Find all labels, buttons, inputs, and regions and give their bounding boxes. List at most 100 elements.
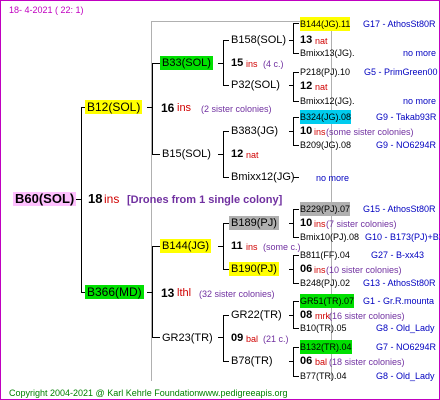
connector (293, 101, 299, 102)
g2-colony[interactable]: B144(JG) (160, 239, 212, 253)
connector (81, 107, 82, 293)
g4-colony[interactable]: GR51(TR).07 (300, 294, 355, 308)
g1-count: 13 (161, 286, 175, 300)
connector (152, 154, 160, 155)
g3-count: 13 (300, 34, 313, 46)
connector (223, 40, 224, 86)
g2-note: (some c.) (263, 242, 301, 252)
g2-colony[interactable]: B33(SOL) (160, 56, 213, 70)
g1-note: (32 sister colonies) (199, 289, 275, 299)
g4-colony[interactable]: Bmixx12(JG). (300, 94, 355, 108)
g2-count: 15 (231, 57, 244, 69)
g3-colony[interactable]: B189(PJ) (229, 216, 279, 230)
g1-colony[interactable]: B12(SOL) (85, 100, 143, 114)
connector (293, 347, 299, 348)
g3-colony[interactable]: B383(JG) (231, 124, 278, 138)
g3-colony[interactable]: P32(SOL) (231, 78, 280, 92)
g4-colony[interactable]: B811(FF).04 (300, 248, 350, 262)
connector (293, 117, 299, 118)
g2-count: 11 (231, 240, 243, 252)
g3-colony[interactable]: Bmixx12(JG) (231, 170, 295, 184)
g4-colony[interactable]: B10(TR).05 (300, 321, 347, 335)
g4-info: G7 - NO6294R (376, 342, 437, 352)
root-note: [Drones from 1 single colony] (127, 194, 283, 206)
connector (293, 209, 294, 238)
g3-note: (18 sister colonies) (329, 357, 405, 367)
g4-info: G13 - AthosSt80R (363, 278, 436, 288)
connector (152, 246, 153, 338)
g2-inbreed: bal (246, 334, 259, 344)
g3-count: 06 (300, 263, 313, 275)
g4-info: G8 - Old_Lady (376, 323, 435, 333)
connector (293, 301, 299, 302)
g3-inbreed: ins (314, 265, 326, 275)
g3-count: 08 (300, 309, 313, 321)
g2-inbreed: ins (246, 59, 258, 69)
connector (293, 301, 294, 329)
g4-colony[interactable]: B248(PJ).02 (300, 276, 350, 290)
connector (223, 223, 224, 270)
g3-note: (some sister colonies) (326, 127, 414, 137)
g3-note: (10 sister colonies) (326, 265, 402, 275)
g4-info: no more (403, 96, 437, 106)
connector (223, 315, 229, 316)
g4-colony[interactable]: B77(TR).04 (300, 369, 347, 383)
footer-copyright: Copyright 2004-2021 @ Karl Kehrle Founda… (9, 388, 200, 398)
g4-info: G9 - NO6294R (376, 140, 437, 150)
g4-info: G27 - B-xx43 (371, 250, 425, 260)
g3-inbreed: nat (315, 82, 328, 92)
g3-count: 10 (300, 125, 313, 137)
g4-colony[interactable]: Bmix10(PJ).08 (300, 230, 359, 244)
root-inbreed: ins (104, 192, 120, 206)
connector (223, 315, 224, 362)
connector (293, 145, 299, 146)
connector (223, 85, 229, 86)
g1-inbreed: lthl (177, 287, 192, 299)
g2-count: 12 (231, 148, 244, 160)
g4-colony[interactable]: B132(TR).04 (300, 340, 352, 354)
g1-note: (2 sister colonies) (201, 104, 272, 114)
g4-colony[interactable]: B209(JG).08 (300, 138, 351, 152)
g2-colony[interactable]: GR23(TR) (162, 331, 213, 345)
g2-colony[interactable]: B15(SOL) (162, 147, 211, 161)
g3-count: 06 (300, 355, 313, 367)
g4-info: no more (316, 173, 350, 183)
g3-colony[interactable]: B190(PJ) (229, 262, 279, 276)
pedigree-chart: { "header": {"date": "18- 4-2021 ( 22: 1… (0, 0, 440, 400)
connector (293, 255, 294, 284)
connector (293, 23, 299, 24)
connector (223, 177, 229, 178)
g4-info: G8 - Old_Lady (376, 371, 435, 381)
connector (293, 53, 299, 54)
connector (152, 63, 153, 155)
connector (152, 246, 160, 247)
g4-info: G15 - AthosSt80R (363, 204, 436, 214)
g4-colony[interactable]: B144(JG).11 (300, 17, 351, 31)
g3-colony[interactable]: B158(SOL) (231, 33, 286, 47)
g3-colony[interactable]: B78(TR) (231, 354, 273, 368)
connector (293, 72, 294, 102)
connector (293, 209, 299, 210)
connector (293, 376, 299, 377)
connector (293, 23, 294, 54)
connector (293, 255, 299, 256)
g4-colony[interactable]: B324(JG).08 (300, 110, 352, 124)
connector (223, 131, 229, 132)
g3-colony[interactable]: GR22(TR) (231, 308, 282, 322)
g4-info: G1 - Gr.R.mounta (363, 296, 435, 306)
g3-inbreed: bal (315, 357, 328, 367)
footer-site[interactable]: www.pedigreeapis.org (199, 386, 288, 400)
header-date: 18- 4-2021 ( 22: 1) (9, 5, 84, 15)
g4-colony[interactable]: P218(PJ).10 (300, 65, 350, 79)
connector (223, 131, 224, 178)
connector (293, 283, 299, 284)
g4-colony[interactable]: Bmixx13(JG). (300, 46, 355, 60)
g2-note: (4 c.) (263, 59, 284, 69)
g1-colony[interactable]: B366(MD) (85, 285, 144, 299)
g4-info: no more (403, 48, 437, 58)
connector (293, 237, 299, 238)
g4-colony[interactable]: B229(PJ).07 (300, 202, 351, 216)
connector (293, 117, 294, 146)
connector (223, 40, 229, 41)
root-colony[interactable]: B60(SOL) (13, 192, 77, 206)
